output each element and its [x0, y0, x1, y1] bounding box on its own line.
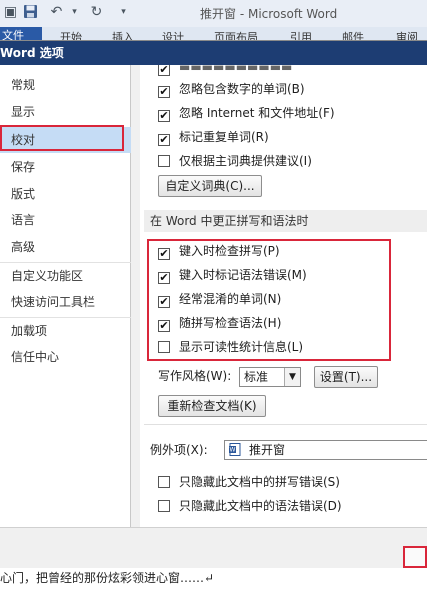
main-dict-only-checkbox[interactable]	[158, 155, 170, 167]
ok-button[interactable]	[403, 546, 427, 568]
custom-dictionaries-button[interactable]: 自定义词典(C)...	[158, 175, 262, 197]
grammar-section-title: 在 Word 中更正拼写和语法时	[144, 210, 427, 232]
undo-icon[interactable]: ↶	[48, 4, 65, 21]
svg-text:W: W	[230, 447, 236, 454]
nav-item-customize-ribbon[interactable]: 自定义功能区	[0, 262, 131, 288]
nav-item-save[interactable]: 保存	[0, 154, 131, 180]
ignore-numbers-checkbox[interactable]: ✔	[158, 86, 170, 98]
dialog-button-bar	[0, 527, 427, 568]
nav-item-advanced[interactable]: 高级	[0, 234, 131, 260]
hide-grammar-errors-option[interactable]: 只隐藏此文档中的语法错误(D)	[158, 496, 342, 516]
recheck-document-button[interactable]: 重新检查文档(K)	[158, 395, 266, 417]
ignore-internet-option[interactable]: ✔ 忽略 Internet 和文件地址(F)	[158, 103, 335, 123]
ignore-numbers-option[interactable]: ✔ 忽略包含数字的单词(B)	[158, 79, 305, 99]
checkbox[interactable]: ✔	[158, 65, 170, 76]
writing-settings-button[interactable]: 设置(T)...	[314, 366, 378, 388]
hide-spelling-errors-checkbox[interactable]	[158, 476, 170, 488]
writing-style-select[interactable]: 标准 ▼	[239, 367, 301, 387]
proofing-highlight-box	[0, 125, 124, 151]
nav-item-display[interactable]: 显示	[0, 99, 131, 125]
flag-repeated-checkbox[interactable]: ✔	[158, 134, 170, 146]
main-dict-only-label: 仅根据主词典提供建议(I)	[179, 154, 312, 168]
redo-icon[interactable]: ↻	[88, 4, 105, 21]
document-body-text: 心门，把曾经的那份炫彩领进心窗……↵	[0, 568, 427, 591]
ignore-numbers-label: 忽略包含数字的单词(B)	[179, 82, 305, 96]
writing-style-label: 写作风格(W):	[158, 369, 232, 383]
exceptions-document-name: 推开窗	[249, 443, 286, 457]
options-nav: 常规 显示 校对 保存 版式 语言 高级 自定义功能区 快速访问工具栏 加载项 …	[0, 65, 131, 527]
ignore-internet-checkbox[interactable]: ✔	[158, 110, 170, 122]
customize-quick-access-icon[interactable]: ▾	[115, 4, 132, 21]
save-icon[interactable]	[22, 4, 39, 21]
nav-item-add-ins[interactable]: 加载项	[0, 317, 131, 343]
flag-repeated-label: 标记重复单词(R)	[179, 130, 269, 144]
main-dict-only-option[interactable]: 仅根据主词典提供建议(I)	[158, 151, 312, 171]
exceptions-document-select[interactable]: W 推开窗	[224, 440, 427, 460]
nav-item-quick-access-toolbar[interactable]: 快速访问工具栏	[0, 289, 131, 315]
word-title-bar: ▣ ↶ ▾ ↻ ▾ 推开窗 - Microsoft Word	[0, 0, 427, 27]
hide-spelling-errors-option[interactable]: 只隐藏此文档中的拼写错误(S)	[158, 472, 340, 492]
flag-repeated-option[interactable]: ✔ 标记重复单词(R)	[158, 127, 269, 147]
hide-grammar-errors-label: 只隐藏此文档中的语法错误(D)	[179, 499, 342, 513]
grammar-options-highlight-box	[147, 239, 391, 361]
nav-divider	[131, 65, 140, 527]
window-title: 推开窗 - Microsoft Word	[200, 7, 338, 21]
hide-grammar-errors-checkbox[interactable]	[158, 500, 170, 512]
ignore-internet-label: 忽略 Internet 和文件地址(F)	[179, 106, 335, 120]
hide-spelling-errors-label: 只隐藏此文档中的拼写错误(S)	[179, 475, 340, 489]
dialog-title-bar: Word 选项	[0, 41, 427, 65]
word-document-icon: W	[229, 443, 241, 456]
undo-dropdown-icon[interactable]: ▾	[66, 4, 83, 21]
nav-item-language[interactable]: 语言	[0, 207, 131, 233]
clipped-option-row[interactable]: ✔ ▬▬▬▬▬▬▬▬▬▬	[158, 65, 292, 77]
nav-item-trust-center[interactable]: 信任中心	[0, 344, 131, 370]
nav-item-layout[interactable]: 版式	[0, 181, 131, 207]
exceptions-label: 例外项(X):	[150, 443, 208, 457]
writing-style-value: 标准	[244, 370, 269, 384]
chevron-down-icon[interactable]: ▼	[284, 368, 300, 386]
section-divider	[144, 424, 427, 425]
word-options-dialog: Word 选项 常规 显示 校对 保存 版式 语言 高级 自定义功能区 快速访问…	[0, 40, 427, 568]
dialog-title: Word 选项	[0, 46, 64, 60]
word-app-icon: ▣	[3, 4, 18, 20]
nav-item-general[interactable]: 常规	[0, 72, 131, 98]
